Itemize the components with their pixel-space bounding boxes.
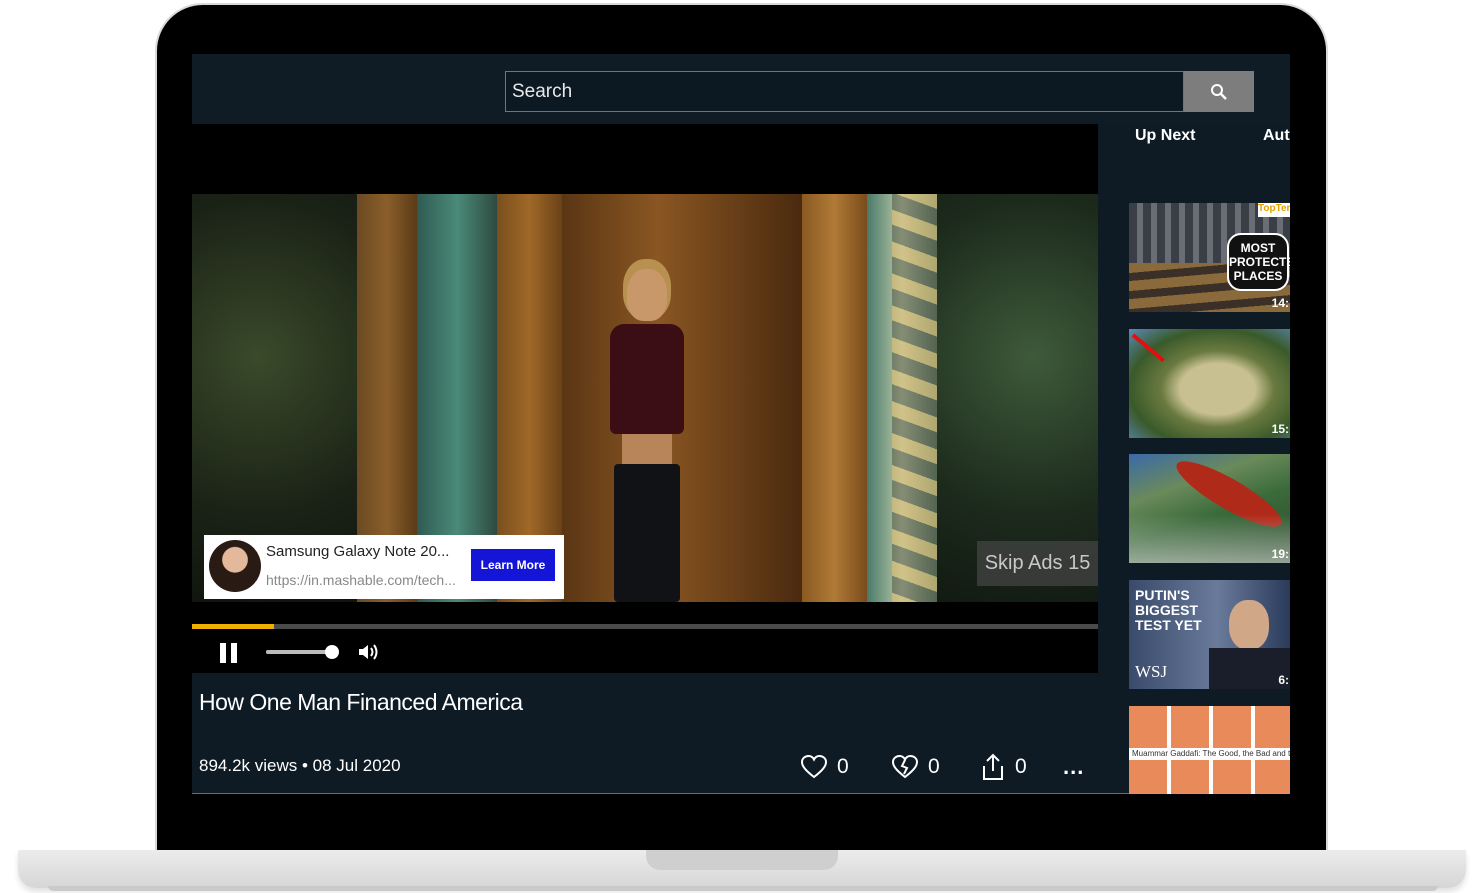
ad-title: Samsung Galaxy Note 20... xyxy=(266,543,450,560)
search-input[interactable] xyxy=(505,71,1184,112)
volume-knob[interactable] xyxy=(325,645,339,659)
top-bar xyxy=(192,54,1290,124)
up-next-item-3[interactable]: 19: xyxy=(1129,454,1290,563)
progress-fill xyxy=(192,624,274,629)
dislike-button[interactable]: 0 xyxy=(892,751,940,783)
app-screen: Samsung Galaxy Note 20... https://in.mas… xyxy=(192,54,1290,794)
pause-button[interactable] xyxy=(220,643,238,663)
thumb-duration: 19: xyxy=(1271,547,1289,561)
red-arrow-icon xyxy=(1131,333,1165,363)
search-icon xyxy=(1211,83,1227,100)
ad-avatar xyxy=(209,540,261,592)
thumb-overlay-text: MOST PROTECTED PLACES xyxy=(1227,233,1290,291)
learn-more-button[interactable]: Learn More xyxy=(471,549,555,581)
share-icon xyxy=(983,753,1003,780)
light-stripes xyxy=(892,194,937,602)
thumb-scene-smoke xyxy=(1129,514,1290,563)
progress-bar[interactable] xyxy=(192,624,1098,629)
laptop-foot xyxy=(48,886,1438,891)
thumb-portrait xyxy=(1229,600,1269,650)
like-button[interactable]: 0 xyxy=(801,751,849,783)
more-options-button[interactable]: ... xyxy=(1063,754,1084,780)
volume-slider[interactable] xyxy=(266,650,332,654)
thumb-duration: 6: xyxy=(1278,673,1289,687)
search-button[interactable] xyxy=(1184,71,1254,112)
thumb-overlay-text: PUTIN'S BIGGEST TEST YET xyxy=(1135,587,1202,633)
broken-heart-icon xyxy=(892,755,918,779)
ad-url[interactable]: https://in.mashable.com/tech... xyxy=(266,572,456,588)
up-next-item-5[interactable]: Muammar Gaddafi: The Good, the Bad and t… xyxy=(1129,706,1290,794)
thumb-duration: 14: xyxy=(1271,296,1289,310)
person-figure xyxy=(592,269,702,602)
up-next-item-4[interactable]: PUTIN'S BIGGEST TEST YET WSJ 6: xyxy=(1129,580,1290,689)
volume-fill xyxy=(266,650,329,654)
ad-card[interactable]: Samsung Galaxy Note 20... https://in.mas… xyxy=(204,535,564,599)
thumb-brand: TopTen xyxy=(1258,203,1290,217)
volume-icon[interactable] xyxy=(357,642,379,662)
thumb-caption: Muammar Gaddafi: The Good, the Bad and t… xyxy=(1129,748,1290,760)
up-next-heading: Up Next xyxy=(1135,127,1196,144)
laptop-notch xyxy=(646,850,838,870)
thumb-duration: 15: xyxy=(1271,422,1289,436)
like-count: 0 xyxy=(837,755,849,778)
thumb-brand: WSJ xyxy=(1135,662,1168,681)
video-meta: 894.2k views • 08 Jul 2020 xyxy=(199,756,401,775)
up-next-item-2[interactable]: 15: xyxy=(1129,329,1290,438)
heart-icon xyxy=(801,755,827,779)
share-count: 0 xyxy=(1015,755,1027,778)
door-frame-inner-right xyxy=(802,194,867,602)
autoplay-label[interactable]: Auto xyxy=(1263,127,1290,145)
dislike-count: 0 xyxy=(928,755,940,778)
up-next-item-1[interactable]: TopTen MOST PROTECTED PLACES 14: xyxy=(1129,203,1290,312)
skip-ads-button[interactable]: Skip Ads 15 xyxy=(977,541,1098,586)
video-title: How One Man Financed America xyxy=(199,689,523,715)
divider xyxy=(192,793,1290,794)
share-button[interactable]: 0 xyxy=(981,751,1027,783)
